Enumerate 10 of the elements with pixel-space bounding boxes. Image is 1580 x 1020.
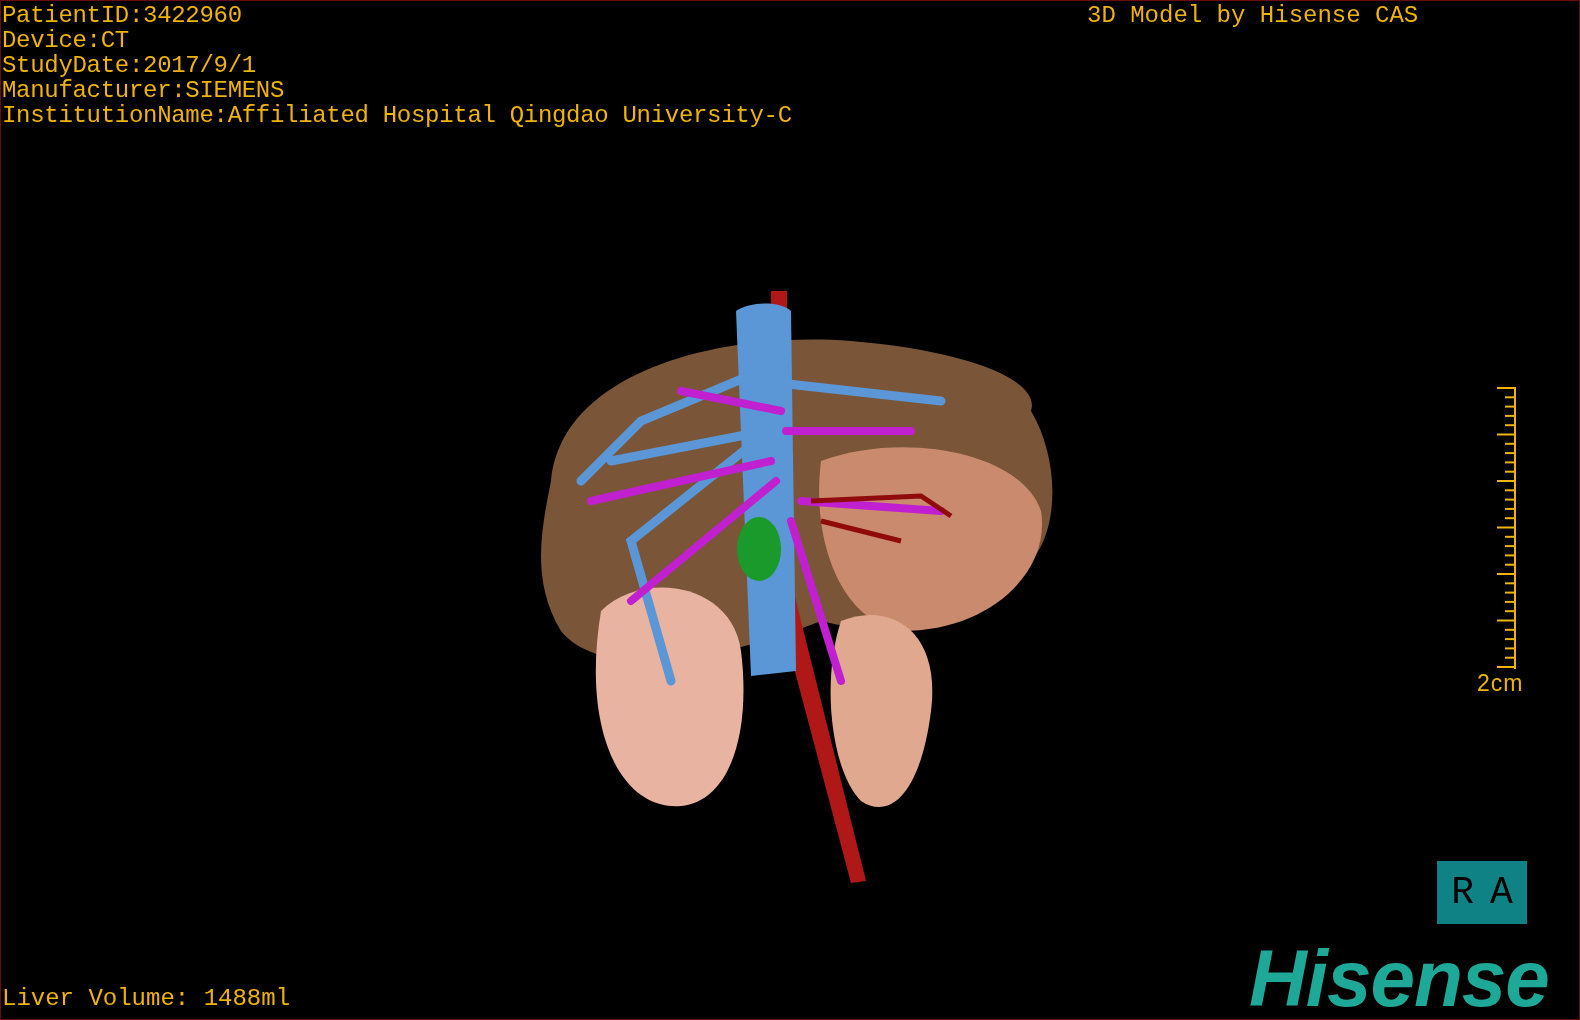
orientation-marker: R A: [1437, 861, 1527, 924]
logo: Hisense: [1249, 939, 1549, 1019]
scale-label: 2cm: [1477, 670, 1524, 697]
liver-volume: Liver Volume: 1488ml: [2, 985, 291, 1012]
info-text: Device:CT: [2, 28, 130, 53]
info-text: Manufacturer:SIEMENS: [2, 78, 286, 103]
info-text: PatientID:3422960: [2, 3, 243, 28]
model-caption: 3D Model by Hisense CAS: [1087, 3, 1419, 28]
info-text: InstitutionName:Affiliated Hospital Qingdao University-C: [2, 103, 792, 128]
info-text: StudyDate:2017/9/1: [2, 53, 257, 78]
